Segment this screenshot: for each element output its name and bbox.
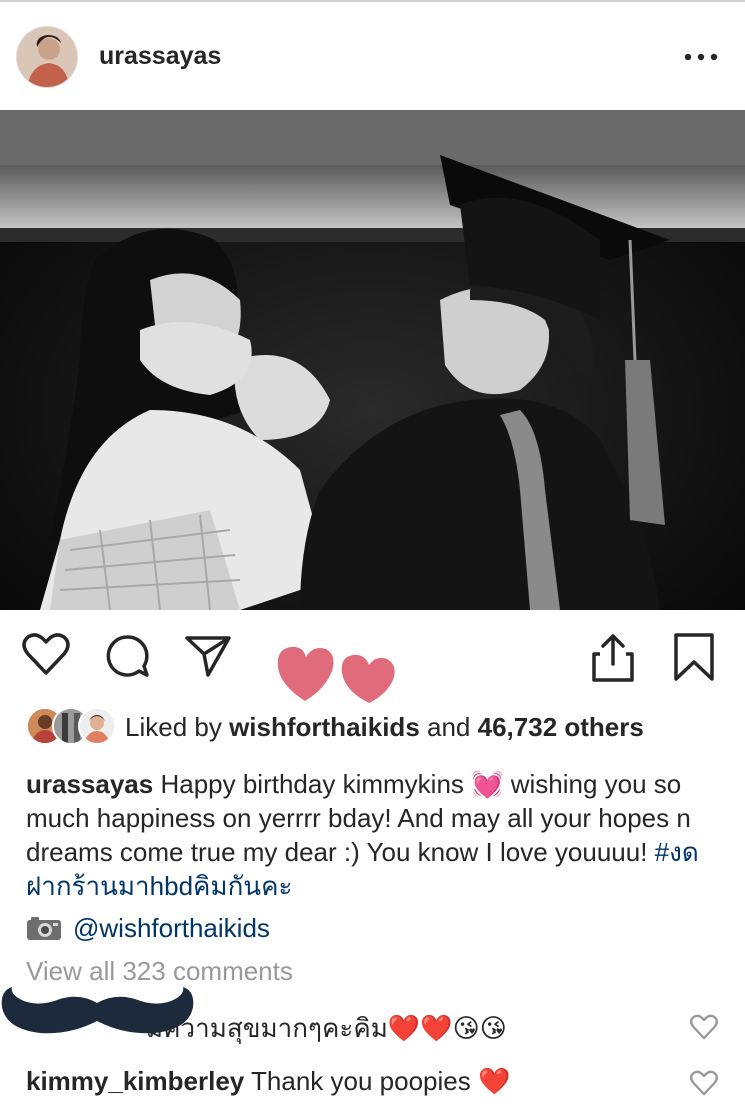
caption: urassayas Happy birthday kimmykins 💓 wis… bbox=[26, 767, 726, 903]
likes-row: Liked by wishforthaikids and 46,732 othe… bbox=[0, 704, 745, 750]
avatar[interactable] bbox=[16, 26, 78, 88]
tagged-user-link[interactable]: @wishforthaikids bbox=[73, 913, 270, 944]
action-bar bbox=[0, 620, 745, 703]
mustache-redaction-icon bbox=[0, 985, 195, 1047]
likes-count-link[interactable]: 46,732 others bbox=[478, 712, 644, 742]
share-upload-icon[interactable] bbox=[590, 632, 636, 689]
likes-text: Liked by wishforthaikids and 46,732 othe… bbox=[125, 712, 644, 743]
likes-prefix: Liked by bbox=[125, 712, 222, 742]
comment-text: Thank you poopies ❤️ bbox=[251, 1066, 511, 1096]
post-username[interactable]: urassayas bbox=[99, 42, 221, 71]
liked-by-user-link[interactable]: wishforthaikids bbox=[229, 712, 420, 742]
paper-plane-icon[interactable] bbox=[184, 634, 232, 683]
liker-avatars bbox=[26, 707, 116, 745]
post-photo[interactable] bbox=[0, 110, 745, 610]
comment-bubble-icon[interactable] bbox=[104, 634, 150, 683]
avatar bbox=[78, 707, 116, 745]
more-dots-icon[interactable] bbox=[683, 47, 719, 67]
likes-and: and bbox=[427, 712, 471, 742]
heart-outline-icon[interactable] bbox=[22, 632, 70, 681]
post-header: urassayas bbox=[0, 2, 745, 110]
comment-item: kimmy_kimberley Thank you poopies ❤️ bbox=[26, 1066, 726, 1106]
comment-username[interactable]: kimmy_kimberley bbox=[26, 1066, 244, 1096]
comment-text: มีความสุขมากๆคะคิม❤️❤️😘😘 bbox=[146, 1013, 507, 1043]
comment-like-heart-icon[interactable] bbox=[690, 1070, 718, 1101]
bookmark-icon[interactable] bbox=[672, 632, 716, 687]
camera-icon bbox=[26, 915, 62, 948]
comment-like-heart-icon[interactable] bbox=[690, 1014, 718, 1045]
heart-sticker-icon bbox=[275, 643, 403, 710]
view-all-comments-link[interactable]: View all 323 comments bbox=[26, 956, 293, 987]
caption-username[interactable]: urassayas bbox=[26, 769, 153, 799]
